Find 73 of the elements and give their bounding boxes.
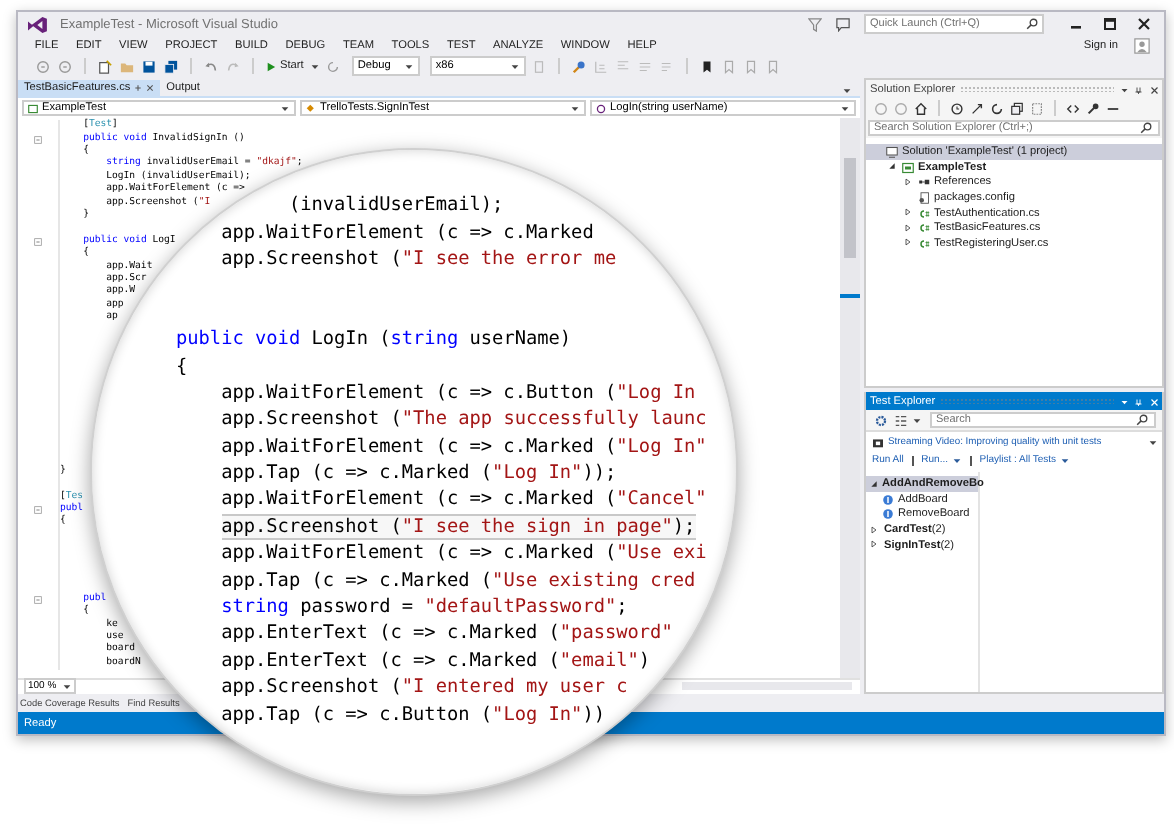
code-line: app.Screenshot ("I see the error me [221,245,617,272]
caret-icon[interactable] [1119,397,1128,407]
code-line: app.Tap (c => c.Button ("Log In")) [221,701,605,728]
show-files-icon[interactable] [1030,101,1044,116]
filter-icon[interactable] [808,17,822,32]
code-line: app.WaitForElement (c => c.Marked [221,219,594,246]
caret-icon [509,61,520,72]
code-line: app.WaitForElement (c => c.Marked ("Log In" [221,433,707,460]
expander-icon[interactable] [904,238,912,247]
new-project-icon[interactable] [98,59,112,74]
caret-icon[interactable] [1119,85,1128,95]
search-icon [1140,122,1152,135]
caret-icon [570,103,580,114]
expander-icon[interactable] [904,177,912,186]
code-line: string password = "defaultPassword"; [221,594,628,621]
caret-icon[interactable] [1148,438,1158,449]
code-icon[interactable] [1066,101,1080,116]
close-icon[interactable] [1136,16,1152,33]
code-line: app.WaitForElement (c => c.Marked ("Use exi [221,540,707,567]
wrench-icon[interactable] [1086,101,1100,116]
caret-icon[interactable] [912,415,922,426]
refresh-icon[interactable] [990,101,1004,116]
code-line: app.WaitForElement (c => c.Marked ("Cancel" [221,486,707,513]
caret-icon[interactable] [1060,455,1071,466]
project-icon [28,103,38,114]
group-by-icon[interactable] [894,413,908,428]
project-icon [902,161,914,174]
pin-icon[interactable] [1134,85,1143,95]
find-icon[interactable] [571,59,586,74]
collapse-all-icon[interactable] [1010,101,1024,116]
expander-icon[interactable] [904,223,912,232]
undo-icon[interactable] [204,59,218,74]
scrollbar[interactable] [840,118,860,678]
method-icon [596,103,606,114]
references-icon [918,176,930,189]
search-icon [1026,18,1038,31]
play-icon [266,61,276,72]
logo-icon [26,15,48,34]
code-line: app.Screenshot ("The app successfully launc [221,406,707,433]
scrollbar[interactable] [682,682,852,691]
code-line: app.Screenshot ("I entered my user c [221,674,628,701]
expander-icon[interactable] [904,208,912,217]
code-line: app.EnterText (c => c.Marked ("email") [221,647,651,674]
code-line: app.EnterText (c => c.Marked ("password" [221,620,673,647]
save-icon[interactable] [142,59,156,74]
expander-icon[interactable] [870,525,878,534]
maximize-icon[interactable] [1102,16,1118,33]
caret-icon[interactable] [951,455,962,466]
settings-icon[interactable] [874,413,888,428]
speech-bubble-icon[interactable] [836,17,850,32]
code-line: { [176,353,188,380]
sync-icon[interactable] [970,101,984,116]
solution-icon [886,146,898,159]
code-line: (invalidUserEmail); [288,192,504,219]
search-icon [1136,414,1148,427]
gear-document-icon [918,192,930,205]
expander-icon[interactable] [870,479,878,488]
clock-icon[interactable] [950,101,964,116]
expander-icon[interactable] [870,540,878,549]
caret-icon [403,61,414,72]
caret-icon[interactable] [309,61,320,72]
code-line: app.Tap (c => c.Marked ("Log In")); [221,460,617,487]
home-icon[interactable] [914,101,928,116]
video-icon [872,438,884,449]
close-icon[interactable] [1149,85,1158,95]
class-icon [306,103,316,114]
save-all-icon[interactable] [164,59,178,74]
expander-icon[interactable] [888,162,896,171]
code-line: app.WaitForElement (c => c.Button ("Log In [221,379,696,406]
code-line: public void LogIn (string userName) [176,326,572,353]
caret-icon [280,103,290,114]
pin-icon[interactable] [134,84,143,93]
code-line: app.Tap (c => c.Marked ("Use existing cred [221,567,696,594]
